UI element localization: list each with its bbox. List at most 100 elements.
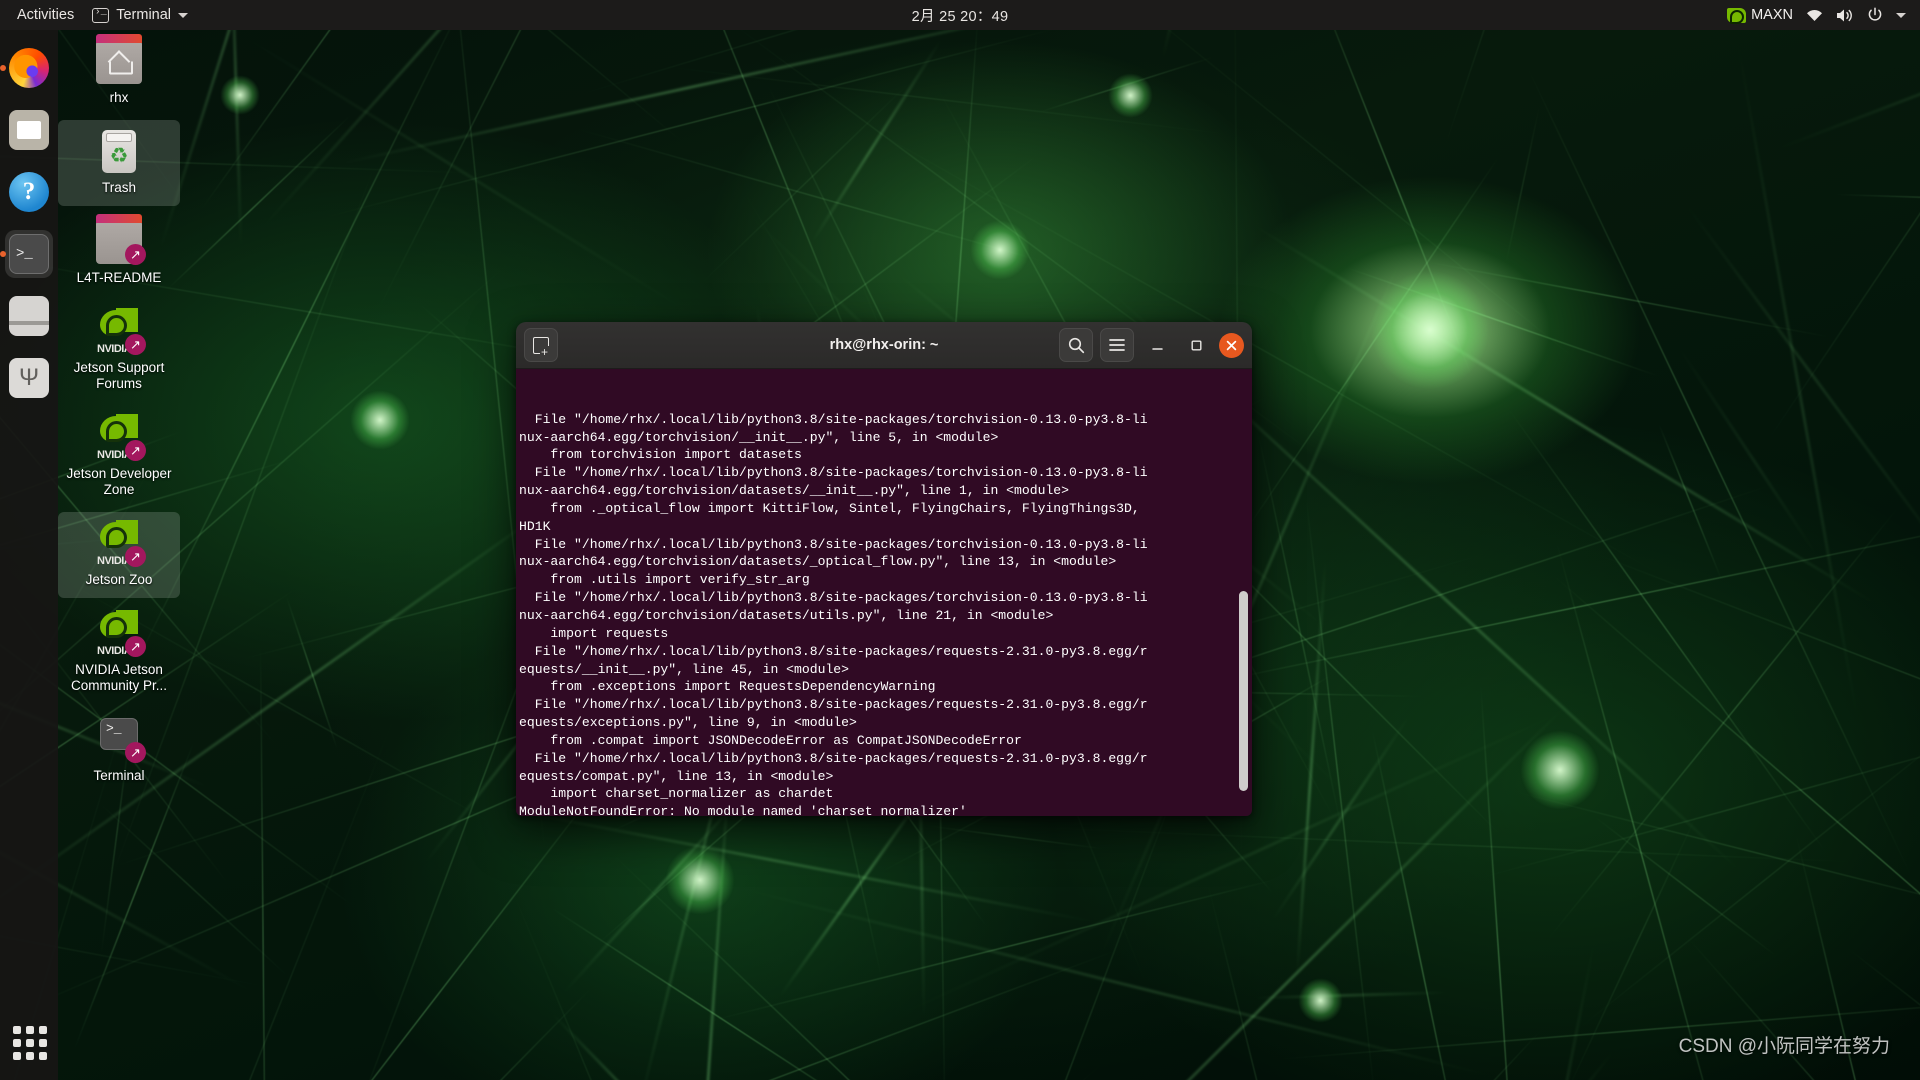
- hamburger-menu-icon: [1109, 339, 1125, 351]
- terminal-titlebar[interactable]: rhx@rhx-orin: ~: [516, 322, 1252, 369]
- wallpaper-filament: [133, 0, 473, 669]
- top-bar: Activities Terminal 2月 25 20：49 MAXN: [0, 0, 1920, 30]
- wallpaper-filament: [228, 0, 242, 249]
- terminal-icon: >_: [9, 234, 49, 274]
- terminal-line: equests/compat.py", line 13, in <module>: [519, 768, 834, 784]
- wallpaper-node: [220, 75, 260, 115]
- nvidia-logo-icon: [1727, 7, 1747, 24]
- wallpaper-filament: [1587, 550, 1920, 827]
- grid-dot: [13, 1052, 21, 1060]
- wallpaper-filament: [550, 1012, 773, 1080]
- dock-item-disk[interactable]: [5, 292, 53, 340]
- wallpaper-filament: [509, 886, 682, 1080]
- running-indicator-dot: [0, 65, 6, 71]
- terminal-line: equests/exceptions.py", line 9, in <modu…: [519, 715, 857, 731]
- grid-dot: [13, 1026, 21, 1034]
- desktop-icon-nvidia-jetson-community-pr[interactable]: NVIDIA. ↗ NVIDIA Jetson Community Pr...: [58, 602, 180, 704]
- new-tab-icon: [533, 336, 549, 358]
- desktop-icon-trash[interactable]: ♻ Trash: [58, 120, 180, 206]
- desktop-icon-jetson-developer-zone[interactable]: NVIDIA. ↗ Jetson Developer Zone: [58, 406, 180, 508]
- terminal-line: File "/home/rhx/.local/lib/python3.8/sit…: [519, 643, 1148, 659]
- dock-item-help[interactable]: ?: [5, 168, 53, 216]
- folder-icon: ↗: [93, 214, 146, 266]
- terminal-line: equests/__init__.py", line 45, in <modul…: [519, 661, 850, 677]
- search-button[interactable]: [1059, 328, 1093, 362]
- firefox-icon: [9, 48, 49, 88]
- wallpaper-filament: [1774, 16, 1920, 152]
- wallpaper-filament: [285, 595, 338, 751]
- wallpaper-filament: [1684, 934, 1920, 1080]
- terminal-line: File "/home/rhx/.local/lib/python3.8/sit…: [519, 411, 1148, 427]
- close-button[interactable]: [1219, 332, 1244, 358]
- wallpaper-filament: [1505, 101, 1542, 267]
- grid-dot: [39, 1052, 47, 1060]
- house-icon: [109, 56, 133, 75]
- trash-icon: ♻: [93, 128, 145, 176]
- nvidia-logo-icon: NVIDIA. ↗: [93, 308, 146, 356]
- grid-dot: [39, 1026, 47, 1034]
- usb-drive-icon: Ψ: [9, 358, 49, 398]
- desktop-icon-label: Jetson Support Forums: [73, 360, 165, 391]
- terminal-scrollbar[interactable]: [1239, 591, 1248, 791]
- dock-item-files[interactable]: [5, 106, 53, 154]
- desktop-icon-jetson-support-forums[interactable]: NVIDIA. ↗ Jetson Support Forums: [58, 300, 180, 402]
- dock-item-terminal[interactable]: >_: [0, 230, 53, 278]
- desktop-icon-label: Jetson Developer Zone: [66, 466, 172, 497]
- desktop-icon-rhx[interactable]: rhx: [58, 30, 180, 116]
- home-folder-icon: [93, 34, 145, 86]
- wallpaper-node: [1107, 72, 1153, 118]
- desktop-icon-label: Trash: [101, 180, 136, 195]
- wallpaper-filament: [1544, 505, 1900, 944]
- wallpaper-node: [1370, 270, 1490, 390]
- menu-button[interactable]: [1100, 328, 1134, 362]
- files-icon: [9, 110, 49, 150]
- wallpaper-filament: [1296, 558, 1327, 978]
- wallpaper-node: [350, 390, 410, 450]
- wallpaper-filament: [428, 948, 1120, 1080]
- desktop-icon-jetson-zoo[interactable]: NVIDIA. ↗ Jetson Zoo: [58, 512, 180, 598]
- help-icon: ?: [9, 172, 49, 212]
- terminal-line: import requests: [519, 625, 669, 641]
- minimize-button[interactable]: [1141, 329, 1173, 361]
- wallpaper-node: [1297, 977, 1343, 1023]
- wallpaper-filament: [1254, 991, 1449, 1000]
- wallpaper-filament: [1657, 422, 1723, 581]
- nvidia-logo-icon: NVIDIA. ↗: [93, 414, 146, 462]
- watermark: CSDN @小阮同学在努力: [1678, 1036, 1890, 1057]
- new-tab-button[interactable]: [524, 328, 558, 362]
- grid-dot: [26, 1026, 34, 1034]
- dock-item-usb[interactable]: Ψ: [5, 354, 53, 402]
- maximize-button[interactable]: [1180, 329, 1212, 361]
- clock[interactable]: 2月 25 20：49: [0, 5, 1920, 26]
- dock-item-firefox[interactable]: [0, 44, 53, 92]
- wallpaper-node: [970, 220, 1030, 280]
- terminal-line: File "/home/rhx/.local/lib/python3.8/sit…: [519, 750, 1148, 766]
- terminal-window[interactable]: rhx@rhx-orin: ~ File "/home/rhx/.local/l…: [516, 322, 1252, 816]
- grid-dot: [26, 1052, 34, 1060]
- terminal-line: nux-aarch64.egg/torchvision/__init__.py"…: [519, 429, 999, 445]
- desktop-icon-terminal[interactable]: >_ ↗ Terminal: [58, 708, 180, 794]
- desktop-icon-label: rhx: [109, 90, 129, 105]
- maximize-icon: [1191, 340, 1202, 351]
- wallpaper-filament: [550, 906, 902, 1080]
- symlink-badge-icon: ↗: [125, 742, 146, 763]
- terminal-line: from .compat import JSONDecodeError as C…: [519, 732, 1022, 748]
- symlink-badge-icon: ↗: [125, 636, 146, 657]
- running-indicator-dot: [0, 251, 6, 257]
- desktop-icon-l4t-readme[interactable]: ↗ L4T-README: [58, 210, 180, 296]
- desktop-icon-label: NVIDIA Jetson Community Pr...: [70, 662, 168, 693]
- terminal-line: File "/home/rhx/.local/lib/python3.8/sit…: [519, 465, 1148, 481]
- symlink-badge-icon: ↗: [125, 334, 146, 355]
- wallpaper-filament: [695, 79, 914, 290]
- disk-drive-icon: [9, 296, 49, 336]
- wallpaper-node: [665, 845, 735, 915]
- wallpaper-filament: [655, 1069, 1317, 1080]
- wallpaper-filament: [97, 800, 294, 981]
- nvidia-logo-icon: NVIDIA. ↗: [93, 520, 146, 568]
- terminal-line: ModuleNotFoundError: No module named 'ch…: [519, 804, 967, 816]
- show-applications-button[interactable]: [9, 1022, 49, 1062]
- dock: ? >_ Ψ: [0, 30, 58, 1080]
- recycle-icon: ♻: [109, 144, 129, 168]
- terminal-output-area[interactable]: File "/home/rhx/.local/lib/python3.8/sit…: [516, 369, 1252, 816]
- terminal-line: from torchvision import datasets: [519, 447, 802, 463]
